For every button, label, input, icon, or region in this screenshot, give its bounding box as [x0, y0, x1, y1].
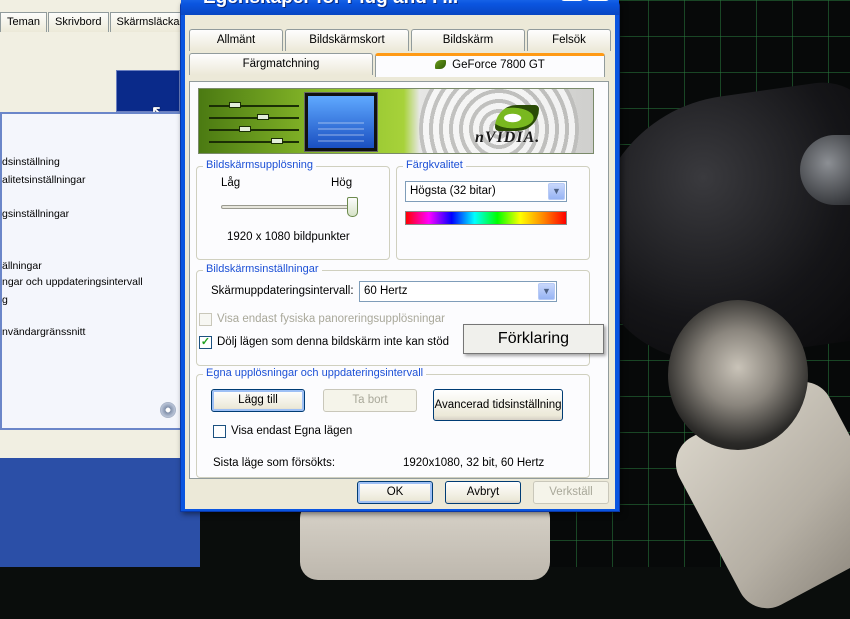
tab-geforce-label: GeForce 7800 GT [452, 59, 545, 71]
tab-bildskarmskort[interactable]: Bildskärmskort [285, 29, 409, 51]
hide-modes-label: Dölj lägen som denna bildskärm inte kan … [217, 336, 450, 348]
last-mode-label: Sista läge som försökts: [213, 457, 336, 469]
show-own-modes-checkbox[interactable] [213, 425, 226, 438]
nvidia-icon [435, 60, 447, 69]
cancel-button[interactable]: Avbryt [445, 481, 521, 504]
background-display-properties-window: Teman Skrivbord Skärmsläckar ↖ dsinställ… [0, 0, 200, 567]
resolution-value: 1920 x 1080 bildpunkter [227, 231, 350, 243]
custom-modes-group: Egna upplösningar och uppdateringsinterv… [196, 367, 590, 478]
background-settings-list: dsinställning alitetsinställningar gsins… [0, 112, 188, 430]
resolution-legend: Bildskärmsupplösning [203, 159, 316, 171]
refresh-rate-dropdown[interactable]: 60 Hertz ▼ [359, 281, 557, 302]
dialog-title: Egenskaper för Plug and P... [203, 0, 563, 9]
dialog-body: Allmänt Bildskärmskort Bildskärm Felsök … [185, 15, 615, 509]
resolution-slider-thumb[interactable] [347, 197, 358, 217]
list-item[interactable]: ngar och uppdateringsintervall [2, 276, 143, 288]
list-item[interactable]: ällningar [2, 260, 42, 272]
help-button[interactable] [561, 0, 583, 1]
color-quality-value: Högsta (32 bitar) [410, 185, 496, 197]
list-item[interactable]: nvändargränssnitt [2, 326, 85, 338]
color-quality-group: Färgkvalitet Högsta (32 bitar) ▼ [396, 159, 590, 260]
refresh-rate-label: Skärmuppdateringsintervall: [211, 285, 354, 297]
color-quality-dropdown[interactable]: Högsta (32 bitar) ▼ [405, 181, 567, 202]
color-quality-legend: Färgkvalitet [403, 159, 466, 171]
list-item[interactable]: g [2, 294, 8, 306]
tab-fargmatchning[interactable]: Färgmatchning [189, 53, 373, 75]
tab-felsok[interactable]: Felsök [527, 29, 611, 51]
tab-row-top: Allmänt Bildskärmskort Bildskärm Felsök [189, 29, 613, 51]
add-custom-mode-button[interactable]: Lägg till [211, 389, 305, 412]
monitor-preview-image [116, 70, 180, 112]
close-button[interactable] [587, 0, 609, 1]
chevron-down-icon[interactable]: ▼ [538, 283, 555, 300]
display-properties-dialog: Egenskaper för Plug and P... Allmänt Bil… [180, 0, 620, 512]
figure-hand-image [300, 500, 550, 580]
show-own-modes-label: Visa endast Egna lägen [231, 425, 353, 437]
explanation-tooltip: Förklaring [463, 324, 604, 354]
tab-bildskarm[interactable]: Bildskärm [411, 29, 525, 51]
sliders-graphic-icon [209, 99, 299, 147]
nvidia-settings-icon[interactable] [160, 402, 176, 418]
resolution-group: Bildskärmsupplösning Låg Hög 1920 x 1080… [196, 159, 390, 260]
resolution-slider-track[interactable] [221, 205, 357, 209]
list-item[interactable]: dsinställning [2, 156, 60, 168]
tab-row-bottom: Färgmatchning GeForce 7800 GT [189, 53, 607, 77]
bg-tab-skarmslackare[interactable]: Skärmsläckar [109, 12, 191, 32]
ok-button[interactable]: OK [357, 481, 433, 504]
geforce-tab-page: nVIDIA. Bildskärmsupplösning Låg Hög 192… [189, 81, 609, 479]
color-spectrum-bar [405, 211, 567, 225]
remove-custom-mode-button[interactable]: Ta bort [323, 389, 417, 412]
custom-modes-legend: Egna upplösningar och uppdateringsinterv… [203, 367, 427, 379]
bg-tab-teman[interactable]: Teman [0, 12, 48, 32]
nvidia-logo-text: nVIDIA. [475, 129, 541, 146]
advanced-timing-button[interactable]: Avancerad tidsinställning [433, 389, 563, 421]
tab-geforce[interactable]: GeForce 7800 GT [375, 53, 605, 77]
apply-button[interactable]: Verkställ [533, 481, 609, 504]
list-item[interactable]: gsinställningar [2, 208, 69, 220]
background-tab-row: Teman Skrivbord Skärmsläckar [0, 12, 191, 32]
physical-panning-label: Visa endast fysiska panoreringsupplösnin… [217, 313, 446, 325]
list-item[interactable]: alitetsinställningar [2, 174, 85, 186]
chevron-down-icon[interactable]: ▼ [548, 183, 565, 200]
nvidia-banner: nVIDIA. [198, 88, 594, 154]
monitor-graphic-icon [305, 93, 377, 151]
physical-panning-checkbox[interactable] [199, 313, 212, 326]
display-settings-legend: Bildskärmsinställningar [203, 263, 322, 275]
hide-modes-checkbox[interactable]: ✓ [199, 336, 212, 349]
dialog-titlebar[interactable]: Egenskaper för Plug and P... [181, 0, 619, 15]
resolution-high-label: Hög [331, 177, 353, 189]
car-wheel-image [668, 300, 808, 450]
resolution-low-label: Låg [221, 177, 241, 189]
refresh-rate-value: 60 Hertz [364, 285, 408, 297]
bg-tab-skrivbord[interactable]: Skrivbord [48, 12, 109, 32]
tab-allmant[interactable]: Allmänt [189, 29, 283, 51]
last-mode-value: 1920x1080, 32 bit, 60 Hertz [403, 457, 545, 469]
